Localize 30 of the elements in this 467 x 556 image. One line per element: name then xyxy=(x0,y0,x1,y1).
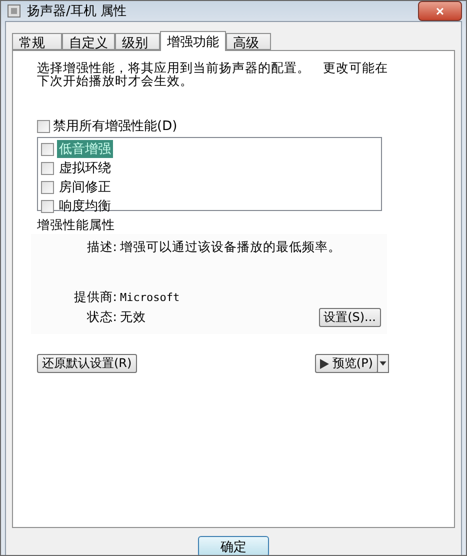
field-value: Microsoft xyxy=(119,290,181,304)
tab[interactable]: 增强功能 xyxy=(160,31,226,51)
list-item[interactable]: 虚拟环绕 xyxy=(57,159,113,177)
checkbox[interactable] xyxy=(37,120,50,132)
window-title: 扬声器/耳机 属性 xyxy=(27,3,128,20)
field-label: 描述: xyxy=(86,238,117,256)
list-item[interactable]: 响度均衡 xyxy=(57,197,113,215)
settings-button[interactable]: 设置(S)... xyxy=(318,308,381,326)
caret-icon[interactable] xyxy=(377,354,389,373)
preview-button[interactable]: 预览(P) xyxy=(315,354,378,373)
checkbox[interactable] xyxy=(41,200,54,212)
section-title: 增强性能属性 xyxy=(37,217,116,234)
field-value: 无效 xyxy=(119,308,147,326)
checkbox[interactable] xyxy=(41,180,54,194)
tab[interactable]: 级别 xyxy=(115,33,160,50)
checkbox[interactable] xyxy=(41,162,54,174)
list-item[interactable]: 房间修正 xyxy=(57,178,113,196)
checkbox-label: 禁用所有增强性能(D) xyxy=(53,118,178,135)
restore-button[interactable]: 还原默认设置(R) xyxy=(37,354,137,373)
tab[interactable]: 高级 xyxy=(226,33,271,50)
tab[interactable]: 常规 xyxy=(12,33,62,50)
list-item[interactable]: 低音增强 xyxy=(57,140,113,158)
field-value: 增强可以通过该设备播放的最低频率。 xyxy=(119,238,342,256)
tab[interactable]: 自定义 xyxy=(62,33,115,50)
field-label: 状态: xyxy=(86,308,117,326)
checkbox[interactable] xyxy=(41,142,54,156)
field-label: 提供商: xyxy=(72,288,117,306)
intro-text: 选择增强性能，将其应用到当前扬声器的配置。 更改可能在下次开始播放时才会生效。 xyxy=(37,61,389,87)
play-icon xyxy=(320,358,330,368)
ok-button[interactable]: 确定 xyxy=(198,536,269,555)
